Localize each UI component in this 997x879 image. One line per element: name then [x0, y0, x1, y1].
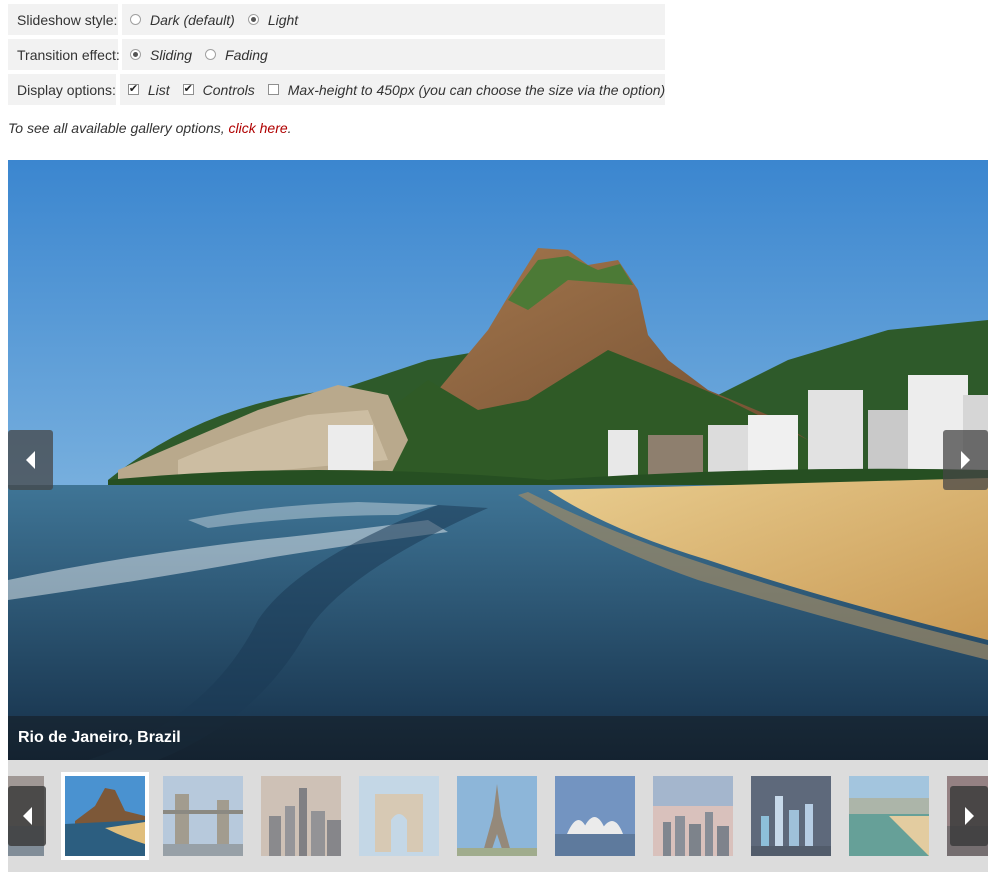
thumbnail-new-york[interactable]	[261, 776, 341, 856]
display-controls-checkbox[interactable]: ✔	[182, 84, 194, 95]
style-label: Slideshow style:	[8, 4, 118, 35]
slide-image-rio	[8, 160, 988, 760]
thumbnail-prev-button[interactable]	[8, 786, 46, 846]
style-light-option[interactable]: Light	[247, 11, 299, 28]
transition-row: Transition effect: Sliding Fading	[8, 39, 665, 70]
display-label: Display options:	[8, 74, 116, 105]
thumbnail-strip	[8, 760, 988, 872]
slideshow-main: Rio de Janeiro, Brazil	[8, 160, 988, 760]
thumbnail-sydney-opera[interactable]	[555, 776, 635, 856]
chevron-left-icon	[26, 451, 35, 469]
style-dark-label: Dark (default)	[150, 11, 235, 28]
thumbnail-london-bridge[interactable]	[163, 776, 243, 856]
transition-sliding-option[interactable]: Sliding	[130, 47, 192, 63]
thumbnail-night-skyline[interactable]	[751, 776, 831, 856]
style-dark-option[interactable]: Dark (default)	[130, 12, 235, 28]
chevron-right-icon	[964, 807, 974, 825]
chevron-left-icon	[22, 807, 32, 825]
display-values: ✔ List ✔ Controls Max-height to 450px (y…	[119, 74, 666, 105]
transition-label: Transition effect:	[8, 39, 120, 70]
transition-fading-label: Fading	[225, 46, 268, 63]
style-light-label: Light	[267, 11, 299, 28]
transition-sliding-radio[interactable]	[130, 49, 141, 60]
display-list-checkbox[interactable]: ✔	[127, 84, 139, 95]
slide-next-button[interactable]	[943, 430, 988, 490]
display-row: Display options: ✔ List ✔ Controls Max-h…	[8, 74, 666, 105]
click-here-link[interactable]: click here	[229, 120, 288, 136]
display-list-option[interactable]: ✔ List	[127, 81, 170, 98]
hint-text: To see all available gallery options,	[8, 120, 229, 136]
style-values: Dark (default) Light	[122, 4, 665, 35]
thumbnail-rio[interactable]	[61, 772, 149, 860]
thumbnail-next-button[interactable]	[950, 786, 988, 846]
display-maxheight-label: Max-height to 450px (you can choose the …	[287, 81, 666, 98]
slide-prev-button[interactable]	[8, 430, 53, 490]
slide-caption: Rio de Janeiro, Brazil	[8, 716, 988, 760]
thumbnail-city-skyline[interactable]	[653, 776, 733, 856]
transition-values: Sliding Fading	[122, 39, 665, 70]
display-controls-label: Controls	[202, 81, 255, 98]
display-list-label: List	[147, 81, 170, 98]
chevron-right-icon	[961, 451, 970, 469]
display-maxheight-checkbox[interactable]	[267, 84, 279, 95]
hint-end: .	[287, 120, 292, 136]
style-dark-radio[interactable]	[130, 14, 141, 25]
transition-fading-radio[interactable]	[205, 49, 217, 60]
thumbnail-coastal-beach[interactable]	[849, 776, 929, 856]
transition-sliding-label: Sliding	[150, 46, 193, 63]
display-controls-option[interactable]: ✔ Controls	[182, 81, 255, 98]
transition-fading-option[interactable]: Fading	[205, 47, 268, 63]
style-row: Slideshow style: Dark (default) Light	[8, 4, 665, 35]
thumbnail-eiffel-tower[interactable]	[457, 776, 537, 856]
display-maxheight-option[interactable]: Max-height to 450px (you can choose the …	[267, 81, 666, 98]
gallery-options-hint: To see all available gallery options, cl…	[8, 120, 292, 136]
style-light-radio[interactable]	[247, 14, 259, 25]
thumbnail-india-gate[interactable]	[359, 776, 439, 856]
gallery-options: Slideshow style: Dark (default) Light Tr…	[8, 4, 666, 109]
